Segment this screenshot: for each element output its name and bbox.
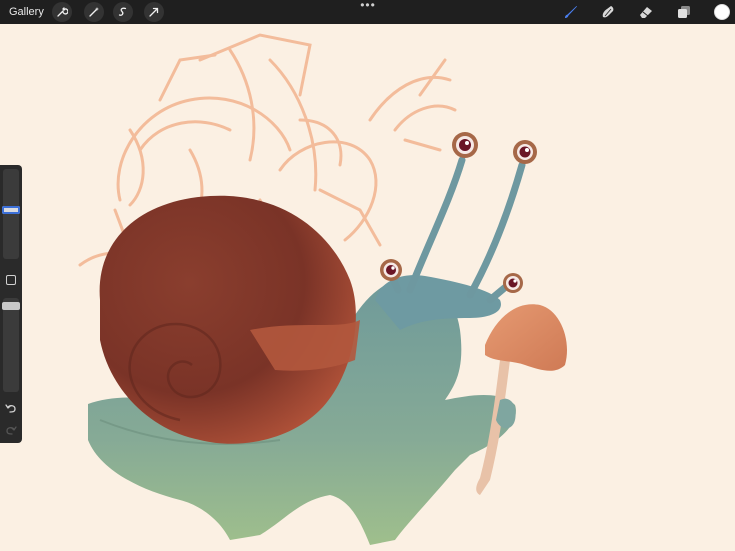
color-picker-swatch[interactable] — [714, 4, 730, 20]
eraser-icon[interactable] — [637, 3, 655, 21]
snail-artwork — [78, 33, 568, 545]
top-toolbar: Gallery ••• — [0, 0, 735, 24]
transform-arrow-icon[interactable] — [144, 2, 164, 22]
selection-icon[interactable] — [113, 2, 133, 22]
snail-shell — [99, 195, 356, 444]
magic-wand-icon[interactable] — [84, 2, 104, 22]
smudge-icon[interactable] — [599, 3, 617, 21]
more-options-icon[interactable]: ••• — [358, 0, 378, 12]
drawing-canvas[interactable] — [0, 24, 735, 551]
brush-icon[interactable] — [562, 3, 580, 21]
wrench-icon[interactable] — [52, 2, 72, 22]
layers-icon[interactable] — [675, 3, 693, 21]
snail-eyes — [380, 132, 537, 293]
gallery-button[interactable]: Gallery — [9, 4, 44, 20]
procreate-app: Gallery ••• — [0, 0, 735, 551]
